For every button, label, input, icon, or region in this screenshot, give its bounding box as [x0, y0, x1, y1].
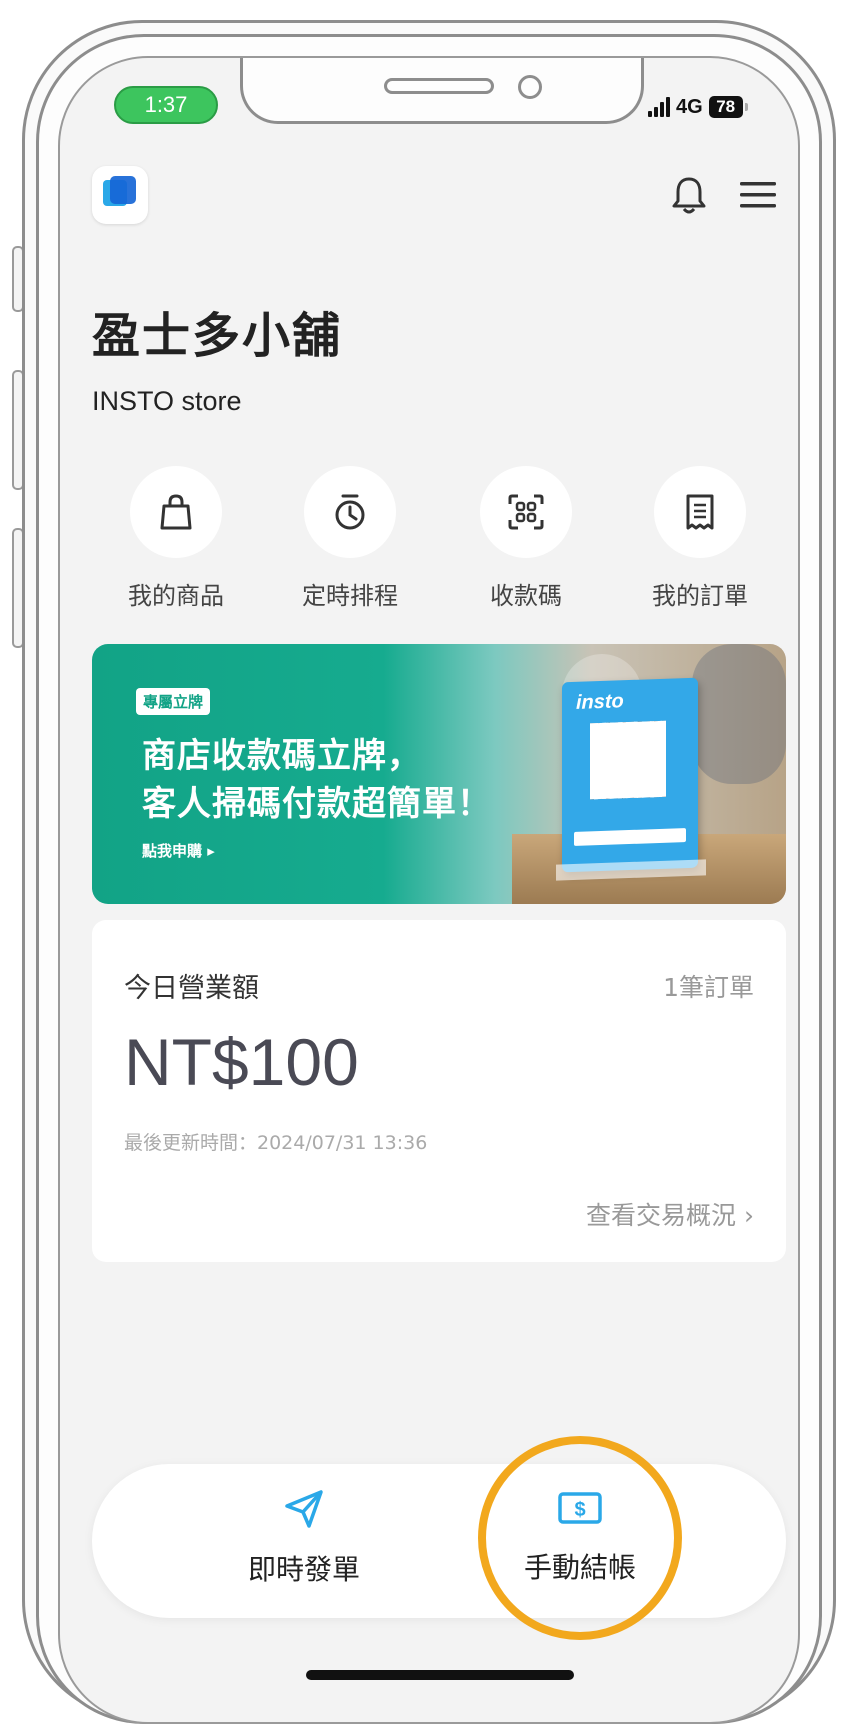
store-subtitle: INSTO store [92, 386, 242, 416]
revenue-title: 今日營業額 [124, 973, 259, 1004]
instant-order-button[interactable]: 即時發單 [204, 1488, 404, 1588]
send-icon [285, 1490, 323, 1528]
banner-headline-line2: 客人掃碼付款超簡單！ [142, 784, 492, 824]
quick-action-label: 定時排程 [302, 582, 398, 610]
highlight-circle [478, 1436, 682, 1640]
status-time: 1:37 [114, 86, 218, 124]
status-indicators: 4G 78 [648, 90, 748, 124]
quick-action-label: 收款碼 [490, 582, 562, 610]
order-count: 1筆訂單 [663, 973, 754, 1002]
home-indicator[interactable] [306, 1670, 574, 1680]
network-type: 4G [676, 95, 703, 118]
banner-headline-line1: 商店收款碼立牌， [142, 736, 422, 776]
front-camera [518, 75, 542, 99]
qr-stand-image: insto [556, 677, 706, 881]
payment-logos [574, 828, 686, 846]
view-transactions-link[interactable]: 查看交易概況 › [586, 1196, 754, 1232]
battery-icon: 78 [708, 96, 748, 118]
timer-icon [304, 466, 396, 558]
daily-revenue-card: 今日營業額 1筆訂單 NT$100 最後更新時間：2024/07/31 13:3… [92, 920, 786, 1262]
quick-action-label: 我的訂單 [652, 582, 748, 610]
revenue-amount: NT$100 [124, 1025, 359, 1099]
app-logo [92, 166, 148, 224]
quick-action-my-orders[interactable]: 我的訂單 [620, 466, 780, 611]
banner-cta-link[interactable]: 點我申購 ▸ [142, 840, 215, 861]
quick-action-my-products[interactable]: 我的商品 [96, 466, 256, 611]
promo-banner[interactable]: 專屬立牌 商店收款碼立牌， 客人掃碼付款超簡單！ 點我申購 ▸ insto [92, 644, 786, 904]
quick-action-payment-code[interactable]: 收款碼 [446, 466, 606, 611]
last-updated: 最後更新時間：2024/07/31 13:36 [124, 1132, 428, 1154]
banner-headline: 商店收款碼立牌， 客人掃碼付款超簡單！ [142, 732, 492, 828]
instant-order-label: 即時發單 [247, 1553, 360, 1586]
speaker-grille [384, 78, 494, 94]
receipt-icon [654, 466, 746, 558]
banner-tag: 專屬立牌 [136, 688, 211, 715]
qr-scan-icon [480, 466, 572, 558]
menu-icon[interactable] [738, 178, 778, 216]
signal-icon [648, 97, 670, 117]
notification-bell-icon[interactable] [668, 174, 710, 220]
quick-action-schedule[interactable]: 定時排程 [270, 466, 430, 611]
qr-code-image [590, 720, 666, 800]
store-name: 盈士多小舖 [92, 308, 343, 364]
shopping-bag-icon [130, 466, 222, 558]
stand-brand: insto [576, 690, 624, 714]
quick-action-label: 我的商品 [128, 582, 224, 610]
